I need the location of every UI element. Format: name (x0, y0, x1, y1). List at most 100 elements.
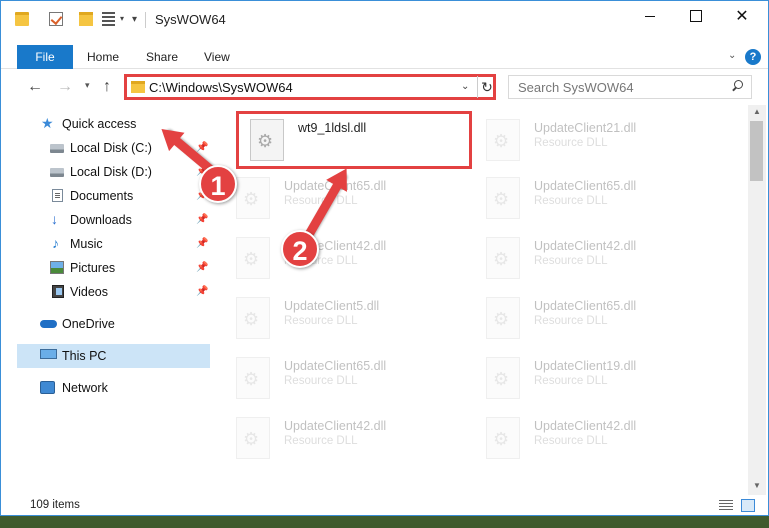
help-icon[interactable]: ? (745, 49, 761, 65)
file-description: Resource DLL (284, 435, 358, 447)
dll-file-icon (486, 237, 520, 279)
title-separator (145, 12, 146, 28)
disk-icon (50, 144, 64, 153)
dll-file-icon (486, 177, 520, 219)
customize-toolbar-icon[interactable]: ▾ (132, 14, 137, 25)
sidebar-item-label: Documents (70, 189, 134, 203)
address-path[interactable]: C:\Windows\SysWOW64 (149, 80, 293, 95)
dll-file-icon (486, 357, 520, 399)
navigation-pane: ★ Quick access Local Disk (C:) 📌 Local D… (1, 105, 211, 495)
search-input[interactable]: Search SysWOW64 (508, 75, 752, 99)
item-count: 109 items (30, 499, 80, 511)
file-item[interactable]: UpdateClient65.dll Resource DLL (472, 289, 712, 347)
file-name: UpdateClient65.dll (534, 179, 637, 193)
folder-icon (15, 12, 29, 26)
file-name: UpdateClient19.dll (534, 359, 637, 373)
file-list: wt9_1ldsl.dll UpdateClient21.dll Resourc… (222, 105, 748, 495)
file-item-highlighted[interactable]: wt9_1ldsl.dll (236, 111, 472, 169)
pin-icon[interactable]: 📌 (196, 214, 208, 225)
sidebar-item-music[interactable]: ♪ Music 📌 (17, 232, 210, 256)
dll-file-icon (236, 177, 270, 219)
file-item[interactable]: UpdateClient42.dll Resource DLL (222, 409, 462, 467)
dll-file-icon (486, 297, 520, 339)
file-description: Resource DLL (534, 255, 608, 267)
new-folder-icon[interactable] (79, 12, 93, 26)
sidebar-item-network[interactable]: Network (17, 376, 210, 400)
large-icons-view-icon[interactable] (741, 499, 755, 512)
file-description: Resource DLL (534, 375, 608, 387)
close-button[interactable]: ✕ (719, 1, 765, 31)
expand-ribbon-icon[interactable]: ⌄ (728, 50, 736, 61)
address-dropdown-icon[interactable]: ⌄ (461, 81, 469, 92)
back-arrow-icon[interactable]: ← (27, 78, 43, 96)
sidebar-item-videos[interactable]: Videos 📌 (17, 280, 210, 304)
file-name: UpdateClient42.dll (534, 239, 637, 253)
sidebar-item-pictures[interactable]: Pictures 📌 (17, 256, 210, 280)
search-placeholder: Search SysWOW64 (518, 80, 634, 95)
details-view-icon[interactable] (719, 500, 733, 511)
file-item[interactable]: UpdateClient42.dll Resource DLL (472, 229, 712, 287)
sidebar-item-documents[interactable]: Documents 📌 (17, 184, 210, 208)
tab-home[interactable]: Home (75, 45, 131, 69)
address-bar[interactable]: C:\Windows\SysWOW64 ⌄ ↻ (124, 74, 496, 100)
file-name: UpdateClient42.dll (534, 419, 637, 433)
file-item[interactable]: UpdateClient5.dll Resource DLL (222, 289, 462, 347)
star-icon: ★ (41, 115, 54, 131)
file-name: UpdateClient65.dll (534, 299, 637, 313)
file-item[interactable]: UpdateClient65.dll Resource DLL (222, 349, 462, 407)
status-bar: 109 items (1, 495, 768, 515)
maximize-button[interactable] (673, 1, 719, 31)
minimize-button[interactable] (627, 1, 673, 31)
vertical-scrollbar[interactable]: ▲ ▼ (748, 105, 766, 495)
forward-arrow-icon[interactable]: → (57, 78, 73, 96)
sidebar-item-label: Downloads (70, 213, 132, 227)
file-description: Resource DLL (534, 137, 608, 149)
refresh-icon[interactable]: ↻ (477, 76, 496, 98)
pin-icon[interactable]: 📌 (196, 286, 208, 297)
pin-icon[interactable]: 📌 (196, 238, 208, 249)
sidebar-item-onedrive[interactable]: OneDrive (17, 312, 210, 336)
disk-icon (50, 168, 64, 177)
tab-file[interactable]: File (17, 45, 73, 69)
file-item[interactable]: UpdateClient21.dll Resource DLL (472, 111, 712, 169)
file-item[interactable]: UpdateClient42.dll Resource DLL (472, 409, 712, 467)
network-icon (40, 381, 55, 394)
file-item[interactable]: UpdateClient19.dll Resource DLL (472, 349, 712, 407)
dll-file-icon (236, 237, 270, 279)
tab-share[interactable]: Share (134, 45, 190, 69)
dll-file-icon (486, 119, 520, 161)
file-item[interactable]: UpdateClient65.dll Resource DLL (472, 169, 712, 227)
title-bar[interactable]: ▾ ▾ SysWOW64 ✕ (1, 1, 768, 39)
pin-icon[interactable]: 📌 (196, 262, 208, 273)
tab-view[interactable]: View (192, 45, 242, 69)
music-icon: ♪ (52, 235, 59, 251)
properties-check-icon[interactable] (49, 12, 63, 26)
ribbon-tabs: File Home Share View ⌄ ? (1, 45, 768, 69)
pin-icon[interactable]: 📌 (196, 142, 208, 153)
sidebar-item-this-pc[interactable]: This PC (17, 344, 210, 368)
window-title: SysWOW64 (155, 12, 226, 27)
dll-file-icon (250, 119, 284, 161)
file-description: Resource DLL (284, 315, 358, 327)
chevron-down-icon[interactable]: ▾ (120, 14, 124, 23)
downloads-icon: ↓ (51, 211, 58, 227)
explorer-window: ▾ ▾ SysWOW64 ✕ File Home Share View ⌄ ? … (0, 0, 769, 516)
sidebar-item-label: Pictures (70, 261, 116, 275)
search-icon[interactable] (731, 80, 743, 92)
recent-locations-icon[interactable]: ▾ (85, 80, 90, 91)
pictures-icon (50, 261, 64, 274)
file-description: Resource DLL (534, 435, 608, 447)
sidebar-item-local-disk-d[interactable]: Local Disk (D:) 📌 (17, 160, 210, 184)
scroll-up-icon[interactable]: ▲ (753, 107, 761, 116)
scroll-thumb[interactable] (750, 121, 763, 181)
sidebar-item-downloads[interactable]: ↓ Downloads 📌 (17, 208, 210, 232)
up-arrow-icon[interactable]: ↑ (103, 78, 111, 96)
sidebar-item-label: OneDrive (62, 317, 115, 331)
file-name: UpdateClient21.dll (534, 121, 637, 135)
file-item[interactable]: UpdateClient42.dll Resource DLL (222, 229, 462, 287)
rename-icon[interactable] (102, 12, 115, 26)
scroll-down-icon[interactable]: ▼ (753, 481, 761, 490)
folder-icon (131, 81, 145, 93)
sidebar-item-label: This PC (62, 349, 107, 363)
file-description: Resource DLL (534, 315, 608, 327)
